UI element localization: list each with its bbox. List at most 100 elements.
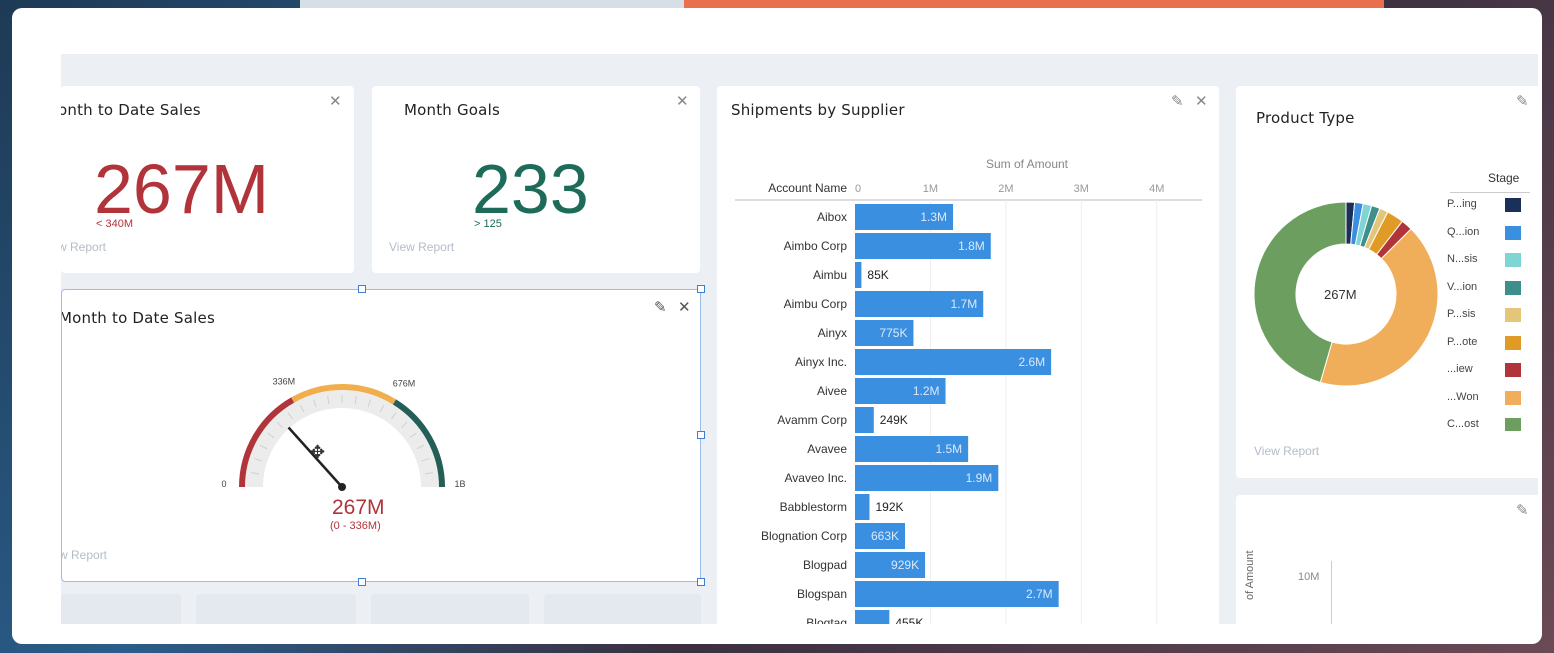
bar-value-label: 85K (867, 268, 888, 282)
view-report-link[interactable]: w Report (61, 240, 106, 254)
category-label: Blogspan (797, 587, 847, 601)
card-title: onth to Date Sales (61, 101, 201, 119)
bar[interactable] (855, 407, 874, 433)
category-label: Avavee (807, 442, 847, 456)
bar-value-label: 663K (871, 529, 899, 543)
x-axis-title: Sum of Amount (986, 157, 1069, 171)
card-title: Month Goals (404, 101, 500, 119)
bar-value-label: 1.2M (913, 384, 940, 398)
bar-value-label: 2.6M (1018, 355, 1045, 369)
category-label: Babblestorm (780, 500, 847, 514)
placeholder-card (544, 594, 701, 624)
placeholder-card (61, 594, 181, 624)
edit-icon[interactable]: ✎ (1516, 94, 1529, 109)
view-report-link[interactable]: View Report (389, 240, 454, 254)
legend-swatch (1505, 308, 1521, 322)
legend-item[interactable]: P...ote (1447, 335, 1537, 352)
legend-label: P...ote (1447, 335, 1478, 348)
bar-value-label: 455K (895, 616, 923, 624)
shipments-card[interactable]: Shipments by Supplier ✎ ✕ Sum of Amount A… (717, 86, 1219, 624)
legend-swatch (1505, 253, 1521, 267)
donut-center-label: 267M (1324, 287, 1357, 302)
bar[interactable] (855, 494, 870, 520)
view-report-link[interactable]: View Report (1254, 444, 1319, 458)
legend-label: Q...ion (1447, 225, 1480, 238)
category-label: Aimbo Corp (784, 239, 848, 253)
edit-icon[interactable]: ✎ (654, 300, 667, 315)
category-label: Aimbu (813, 268, 847, 282)
bar-value-label: 1.5M (935, 442, 962, 456)
category-label: Avamm Corp (777, 413, 847, 427)
bar-value-label: 1.7M (951, 297, 978, 311)
legend-swatch (1505, 335, 1521, 350)
resize-handle[interactable] (697, 285, 705, 293)
product-type-card[interactable]: Product Type ✎ 267M Stage P...ing Q...ion… (1236, 86, 1538, 478)
x-tick-label: 4M (1149, 183, 1164, 195)
close-icon[interactable]: ✕ (678, 300, 691, 315)
card-title: Product Type (1256, 109, 1355, 127)
category-label: Aibox (817, 210, 847, 224)
amount-chart-card[interactable]: ✎ of Amount 10M (1236, 495, 1538, 624)
legend-item[interactable]: C...ost (1447, 418, 1537, 431)
accent-bar (684, 0, 1384, 8)
legend-swatch (1505, 225, 1521, 240)
legend: P...ing Q...ion N...sis V...ion P...sis P...o… (1447, 198, 1537, 431)
legend-item[interactable]: ...iew (1447, 363, 1537, 379)
x-tick-label: 0 (855, 183, 861, 195)
bar-value-label: 775K (879, 326, 907, 340)
x-tick-label: 3M (1074, 183, 1089, 195)
mtd-gauge-card[interactable]: Month to Date Sales ✎ ✕ 0 336M 676M 1B 267M… (61, 289, 701, 582)
category-label: Blogtag (806, 616, 847, 624)
move-cursor-icon: ✥ (310, 442, 326, 462)
browser-tab-strip (300, 0, 684, 8)
placeholder-card (371, 594, 529, 624)
legend-item[interactable]: P...ing (1447, 198, 1537, 214)
close-icon[interactable]: ✕ (1195, 94, 1208, 109)
mtd-sales-card[interactable]: onth to Date Sales ✕ 267M < 340M w Repor… (61, 86, 354, 273)
close-icon[interactable]: ✕ (676, 94, 689, 109)
bar[interactable] (855, 262, 862, 288)
y-tick-label: 10M (1298, 571, 1320, 583)
gauge-tick-label: 0 (221, 479, 226, 489)
legend-label: N...sis (1447, 253, 1478, 265)
bar-value-label: 249K (880, 413, 908, 427)
category-label: Aivee (817, 384, 847, 398)
metric-value: 267M (94, 150, 270, 228)
legend-item[interactable]: Q...ion (1447, 225, 1537, 242)
legend-item[interactable]: ...Won (1447, 390, 1537, 407)
bar[interactable] (855, 610, 890, 624)
resize-handle[interactable] (358, 285, 366, 293)
view-report-link[interactable]: w Report (62, 548, 107, 562)
legend-label: ...Won (1447, 390, 1479, 403)
y-axis-line (1331, 561, 1332, 624)
resize-handle[interactable] (697, 431, 705, 439)
category-label: Ainyx Inc. (795, 355, 847, 369)
y-axis-label: of Amount (1244, 550, 1256, 600)
category-label: Blognation Corp (761, 529, 847, 543)
edit-icon[interactable]: ✎ (1516, 503, 1529, 518)
shipments-bar-chart: Sum of Amount Account Name 0 1M 2M 3M 4M Aibox 1… (735, 157, 1202, 624)
y-axis-title: Account Name (768, 181, 847, 195)
close-icon[interactable]: ✕ (329, 94, 342, 109)
edit-icon[interactable]: ✎ (1171, 94, 1184, 109)
gauge-tick-label: 676M (393, 379, 416, 389)
bar-value-label: 2.7M (1026, 587, 1053, 601)
legend-item[interactable]: V...ion (1447, 280, 1537, 297)
legend-swatch (1505, 390, 1521, 405)
bar-value-label: 929K (891, 558, 919, 572)
metric-target: < 340M (96, 218, 133, 230)
legend-label: C...ost (1447, 418, 1479, 430)
gauge-tick-label: 336M (273, 376, 296, 386)
x-tick-label: 1M (923, 183, 938, 195)
resize-handle[interactable] (358, 578, 366, 586)
legend-label: V...ion (1447, 280, 1478, 293)
gauge-track (245, 390, 439, 488)
bar-value-label: 1.3M (920, 210, 947, 224)
gauge-needle-pivot (338, 483, 346, 491)
legend-item[interactable]: N...sis (1447, 253, 1537, 269)
legend-label: P...sis (1447, 308, 1476, 320)
category-label: Blogpad (803, 558, 847, 572)
legend-item[interactable]: P...sis (1447, 308, 1537, 324)
resize-handle[interactable] (697, 578, 705, 586)
month-goals-card[interactable]: Month Goals ✕ 233 > 125 View Report (372, 86, 700, 273)
